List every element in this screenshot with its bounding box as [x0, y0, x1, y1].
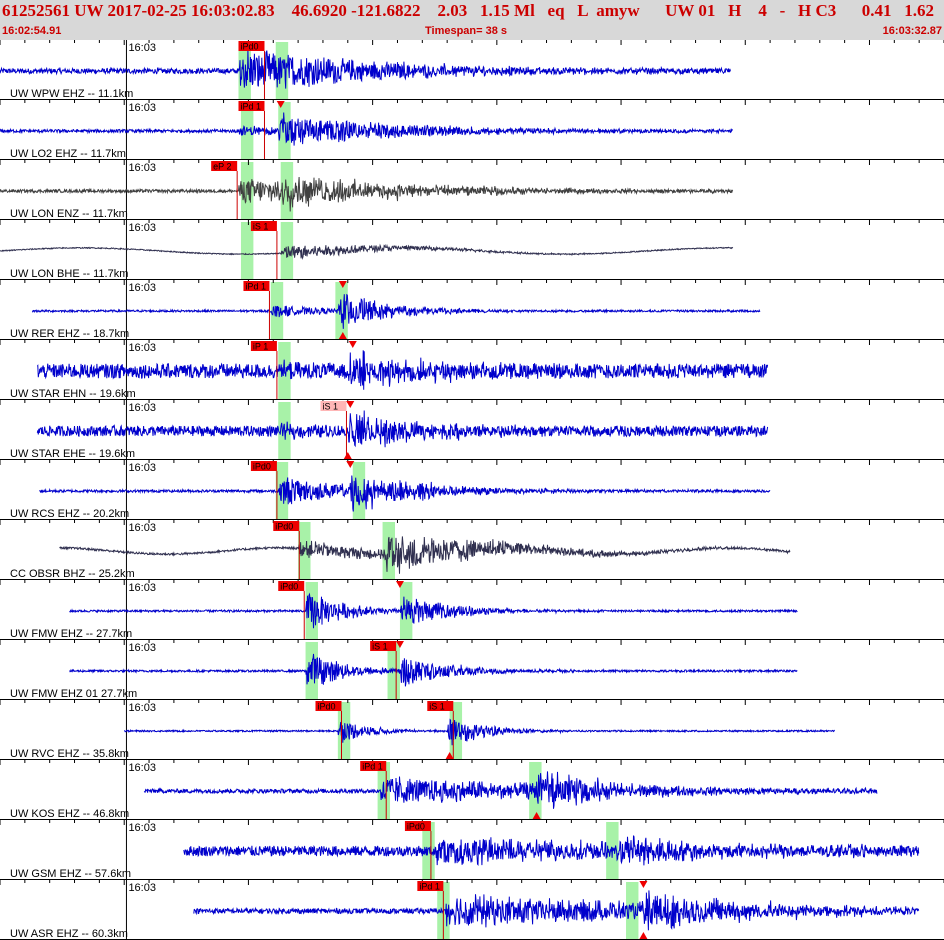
minute-tick-label: 16:03 [128, 582, 156, 594]
minute-tick-label: 16:03 [128, 822, 156, 834]
station-label: UW LON BHE -- 11.7km [10, 268, 128, 280]
arrival-marker [348, 341, 357, 348]
pick-label: eP 2 [213, 162, 231, 172]
minute-tick-label: 16:03 [128, 762, 156, 774]
minute-tick-label: 16:03 [128, 702, 156, 714]
pick-label: iS 1 [322, 402, 338, 412]
trace-row[interactable]: 16:03 iPd0 UW GSM EHZ -- 57.6km [0, 820, 944, 880]
station-label: UW LON ENZ -- 11.7km [10, 208, 128, 220]
minute-tick-label: 16:03 [128, 642, 156, 654]
station-label: UW WPW EHZ -- 11.1km [10, 88, 133, 100]
waveform [31, 293, 761, 329]
pick-label: iPd0 [275, 522, 293, 532]
trace-row[interactable]: 16:03 iPd 1 UW KOS EHZ -- 46.8km [0, 760, 944, 820]
trace-row[interactable]: 16:03 iPd0 UW RCS EHZ -- 20.2km [0, 460, 944, 520]
pick-label: iP 1 [253, 342, 268, 352]
waveform [36, 350, 769, 390]
arrival-marker [343, 452, 352, 459]
waveform [69, 592, 798, 629]
station-label: UW STAR EHE -- 19.6km [10, 448, 135, 460]
timespan-label: Timespan= 38 s [425, 25, 508, 37]
station-label: CC OBSR BHZ -- 25.2km [10, 568, 135, 580]
minute-tick-label: 16:03 [128, 342, 156, 354]
waveform [124, 718, 836, 746]
station-label: UW LO2 EHZ -- 11.7km [10, 148, 126, 160]
waveform [193, 890, 920, 931]
station-label: UW GSM EHZ -- 57.6km [10, 868, 131, 880]
waveform [36, 410, 769, 448]
waveform [69, 653, 798, 687]
pick-label: iPd 1 [240, 102, 261, 112]
station-label: UW ASR EHZ -- 60.3km [10, 928, 128, 940]
trace-row[interactable]: 16:03 iPd0 UW FMW EHZ -- 27.7km [0, 580, 944, 640]
pick-label: iPd0 [407, 822, 425, 832]
station-label: UW KOS EHZ -- 46.8km [10, 808, 129, 820]
header-bar: 61252561 UW 2017-02-25 16:03:02.83 46.69… [0, 0, 944, 40]
pick-label: iPd0 [253, 462, 271, 472]
seismogram-panel[interactable]: 16:03 iPd0 UW WPW EHZ -- 11.1km 16:03 iPd 1 U… [0, 40, 944, 940]
minute-tick-label: 16:03 [128, 282, 156, 294]
station-label: UW FMW EHZ -- 27.7km [10, 628, 132, 640]
waveform [0, 112, 733, 146]
trace-row[interactable]: 16:03 iPd 1 UW LO2 EHZ -- 11.7km [0, 100, 944, 160]
waveform [143, 771, 878, 809]
event-summary-line: 61252561 UW 2017-02-25 16:03:02.83 46.69… [2, 1, 934, 20]
arrival-marker [639, 932, 648, 939]
pick-label: iPd0 [240, 42, 258, 52]
minute-tick-label: 16:03 [128, 42, 156, 54]
waveform [183, 835, 920, 867]
trace-row[interactable]: 16:03 iS 1 UW FMW EHZ 01 27.7km [0, 640, 944, 700]
trace-row[interactable]: 16:03 iPd 1 UW RER EHZ -- 18.7km [0, 280, 944, 340]
pick-label: iPd0 [280, 582, 298, 592]
arrival-marker [639, 881, 648, 888]
arrival-marker [346, 401, 355, 408]
trace-row[interactable]: 16:03 iS 1 UW LON BHE -- 11.7km [0, 220, 944, 280]
pick-label: iPd 1 [419, 882, 440, 892]
pick-label: iS 1 [372, 642, 388, 652]
station-label: UW STAR EHN -- 19.6km [10, 388, 136, 400]
waveform [59, 536, 791, 574]
end-time-label: 16:03:32.87 [882, 25, 942, 37]
trace-row[interactable]: 16:03 iS 1 UW STAR EHE -- 19.6km [0, 400, 944, 460]
pick-label: iS 1 [429, 702, 445, 712]
trace-row[interactable]: 16:03 eP 2 UW LON ENZ -- 11.7km [0, 160, 944, 220]
waveform [0, 49, 731, 89]
minute-tick-label: 16:03 [128, 222, 156, 234]
pick-label: iPd 1 [362, 762, 383, 772]
minute-tick-label: 16:03 [128, 102, 156, 114]
trace-row[interactable]: 16:03 iP 1 UW STAR EHN -- 19.6km [0, 340, 944, 400]
pick-label: iPd0 [317, 702, 335, 712]
start-time-label: 16:02:54.91 [2, 25, 62, 37]
minute-tick-label: 16:03 [128, 462, 156, 474]
waveform [0, 243, 734, 261]
minute-tick-label: 16:03 [128, 882, 156, 894]
station-label: UW RVC EHZ -- 35.8km [10, 748, 129, 760]
station-label: UW RCS EHZ -- 20.2km [10, 508, 129, 520]
trace-row[interactable]: 16:03 iPd0 UW WPW EHZ -- 11.1km [0, 40, 944, 100]
trace-row[interactable]: 16:03 iPd 1 UW ASR EHZ -- 60.3km [0, 880, 944, 940]
pick-label: iPd 1 [245, 282, 266, 292]
trace-row[interactable]: 16:03 iPd0 CC OBSR BHZ -- 25.2km [0, 520, 944, 580]
station-label: UW RER EHZ -- 18.7km [10, 328, 129, 340]
minute-tick-label: 16:03 [128, 402, 156, 414]
pick-label: iS 1 [253, 222, 269, 232]
minute-tick-label: 16:03 [128, 162, 156, 174]
minute-tick-label: 16:03 [128, 522, 156, 534]
waveform [0, 176, 734, 212]
trace-row[interactable]: 16:03 iPd0 iS 1 UW RVC EHZ -- 35.8km [0, 700, 944, 760]
waveform [39, 475, 771, 512]
station-label: UW FMW EHZ 01 27.7km [10, 688, 137, 700]
